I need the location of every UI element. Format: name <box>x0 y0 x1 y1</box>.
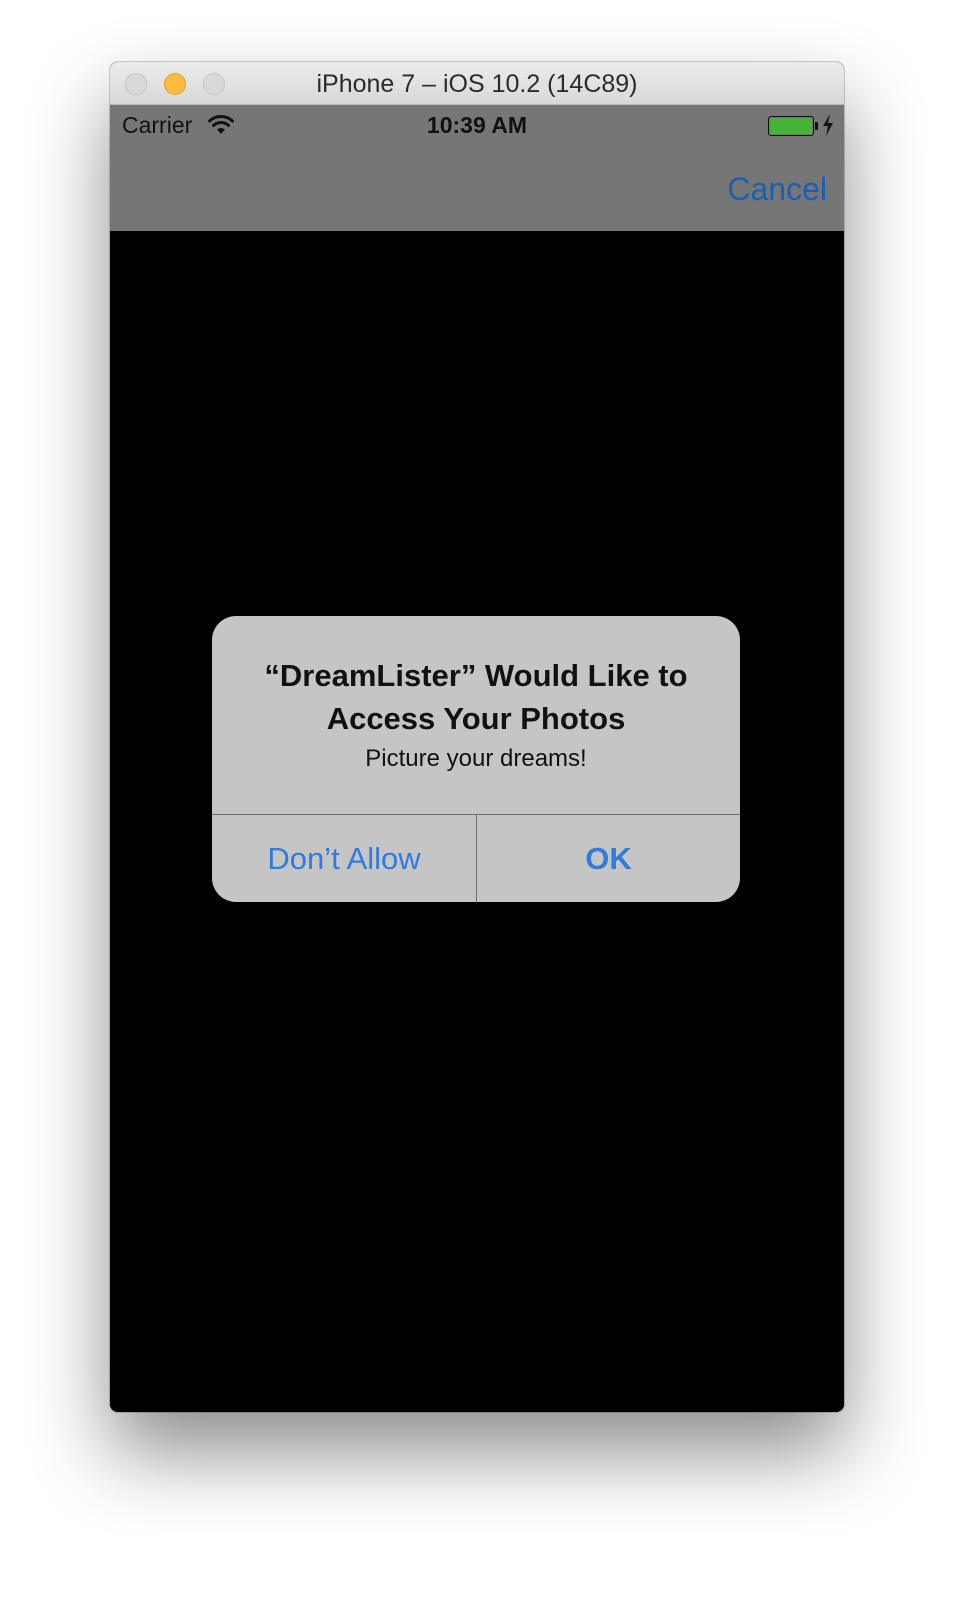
battery-icon <box>768 116 814 136</box>
alert-title: “DreamLister” Would Like to Access Your … <box>264 658 688 736</box>
alert-message: Picture your dreams! <box>365 745 587 772</box>
navigation-bar: Cancel <box>110 145 844 231</box>
dont-allow-button[interactable]: Don’t Allow <box>212 815 476 902</box>
photos-permission-alert: “DreamLister” Would Like to Access Your … <box>212 616 740 902</box>
charging-bolt-icon <box>823 114 833 136</box>
battery-level <box>770 118 812 134</box>
ok-button[interactable]: OK <box>477 815 740 902</box>
simulator-window: iPhone 7 – iOS 10.2 (14C89) Carrier 10:3… <box>110 62 844 1412</box>
cancel-button[interactable]: Cancel <box>727 169 827 209</box>
window-titlebar[interactable]: iPhone 7 – iOS 10.2 (14C89) <box>110 62 844 105</box>
status-time: 10:39 AM <box>426 112 528 138</box>
ios-status-bar: Carrier 10:39 AM <box>110 105 844 145</box>
battery-terminal <box>815 122 818 130</box>
window-title: iPhone 7 – iOS 10.2 (14C89) <box>316 70 638 98</box>
